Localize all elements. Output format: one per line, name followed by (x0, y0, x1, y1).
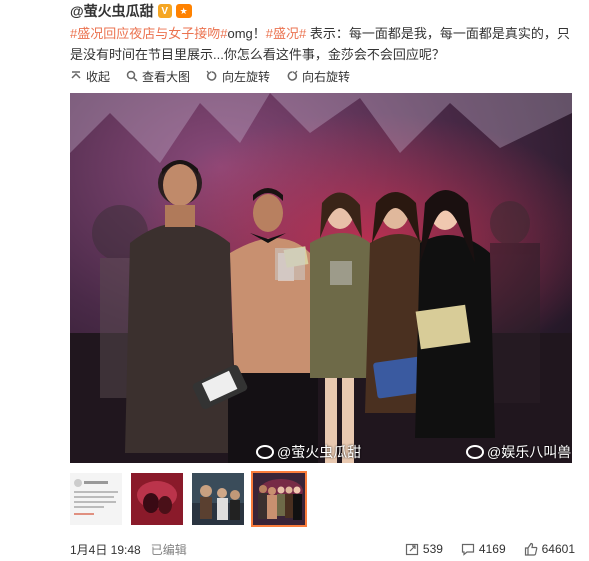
post-header: @萤火虫瓜甜 V ★ (70, 2, 192, 20)
thumbnail-2[interactable] (131, 473, 183, 525)
like-count: 64601 (541, 542, 575, 556)
watermark-right-text: @娱乐八叫兽 (487, 444, 572, 460)
watermark-right: @娱乐八叫兽 (466, 442, 571, 462)
username-link[interactable]: @萤火虫瓜甜 (70, 1, 154, 21)
rotate-left-label: 向左旋转 (222, 69, 271, 84)
view-large-button[interactable]: 查看大图 (126, 67, 190, 85)
thumbnail-1[interactable] (70, 473, 122, 525)
thumbnail-group-image (192, 473, 244, 525)
rotate-right-icon (287, 70, 298, 81)
post-text-segment: omg！ (227, 26, 266, 41)
hashtag-link[interactable]: #盛况回应夜店与女子接吻# (70, 26, 227, 41)
like-button[interactable]: 64601 (524, 542, 575, 556)
image-toolbar: 收起 查看大图 向左旋转 向右旋转 (70, 67, 350, 85)
collapse-label: 收起 (86, 69, 111, 84)
hashtag-link[interactable]: #盛况# (266, 26, 306, 41)
photo-scene (70, 93, 572, 463)
repost-icon (405, 543, 418, 556)
rotate-right-label: 向右旋转 (302, 69, 351, 84)
main-photo[interactable]: @萤火虫瓜甜 @娱乐八叫兽 (70, 93, 572, 463)
thumbnail-red-scene-image (131, 473, 183, 525)
repost-count: 539 (422, 542, 443, 556)
thumbnail-3[interactable] (192, 473, 244, 525)
watermark-left-text: @萤火虫瓜甜 (277, 444, 362, 460)
medal-icon[interactable]: ★ (175, 4, 192, 18)
watermark-left: @萤火虫瓜甜 (256, 442, 361, 462)
comment-button[interactable]: 4169 (461, 542, 506, 556)
collapse-icon (71, 71, 81, 79)
repost-button[interactable]: 539 (405, 542, 443, 556)
weibo-logo-icon (256, 445, 274, 459)
weibo-logo-icon (466, 445, 484, 459)
rotate-left-button[interactable]: 向左旋转 (206, 67, 270, 85)
verified-badge-icon[interactable]: V (157, 4, 172, 18)
magnifier-icon (126, 70, 138, 82)
rotate-left-icon (206, 70, 217, 81)
collapse-button[interactable]: 收起 (70, 67, 110, 85)
comment-icon (461, 543, 475, 556)
thumbnail-screenshot-image (70, 473, 122, 525)
rotate-right-button[interactable]: 向右旋转 (286, 67, 350, 85)
view-large-label: 查看大图 (142, 69, 191, 84)
thumbnail-4-active[interactable] (251, 471, 307, 527)
thumbs-up-icon (524, 542, 537, 556)
thumbnail-strip (70, 471, 307, 527)
comment-count: 4169 (478, 542, 506, 556)
post-timestamp[interactable]: 1月4日 19:48 (70, 541, 141, 558)
post-footer: 1月4日 19:48 已编辑 539 4169 64601 (70, 540, 575, 558)
post-text: #盛况回应夜店与女子接吻#omg！#盛况# 表示：每一面都是我，每一面都是真实的… (70, 23, 575, 65)
edited-label: 已编辑 (150, 542, 187, 557)
thumbnail-party-image (253, 473, 305, 525)
